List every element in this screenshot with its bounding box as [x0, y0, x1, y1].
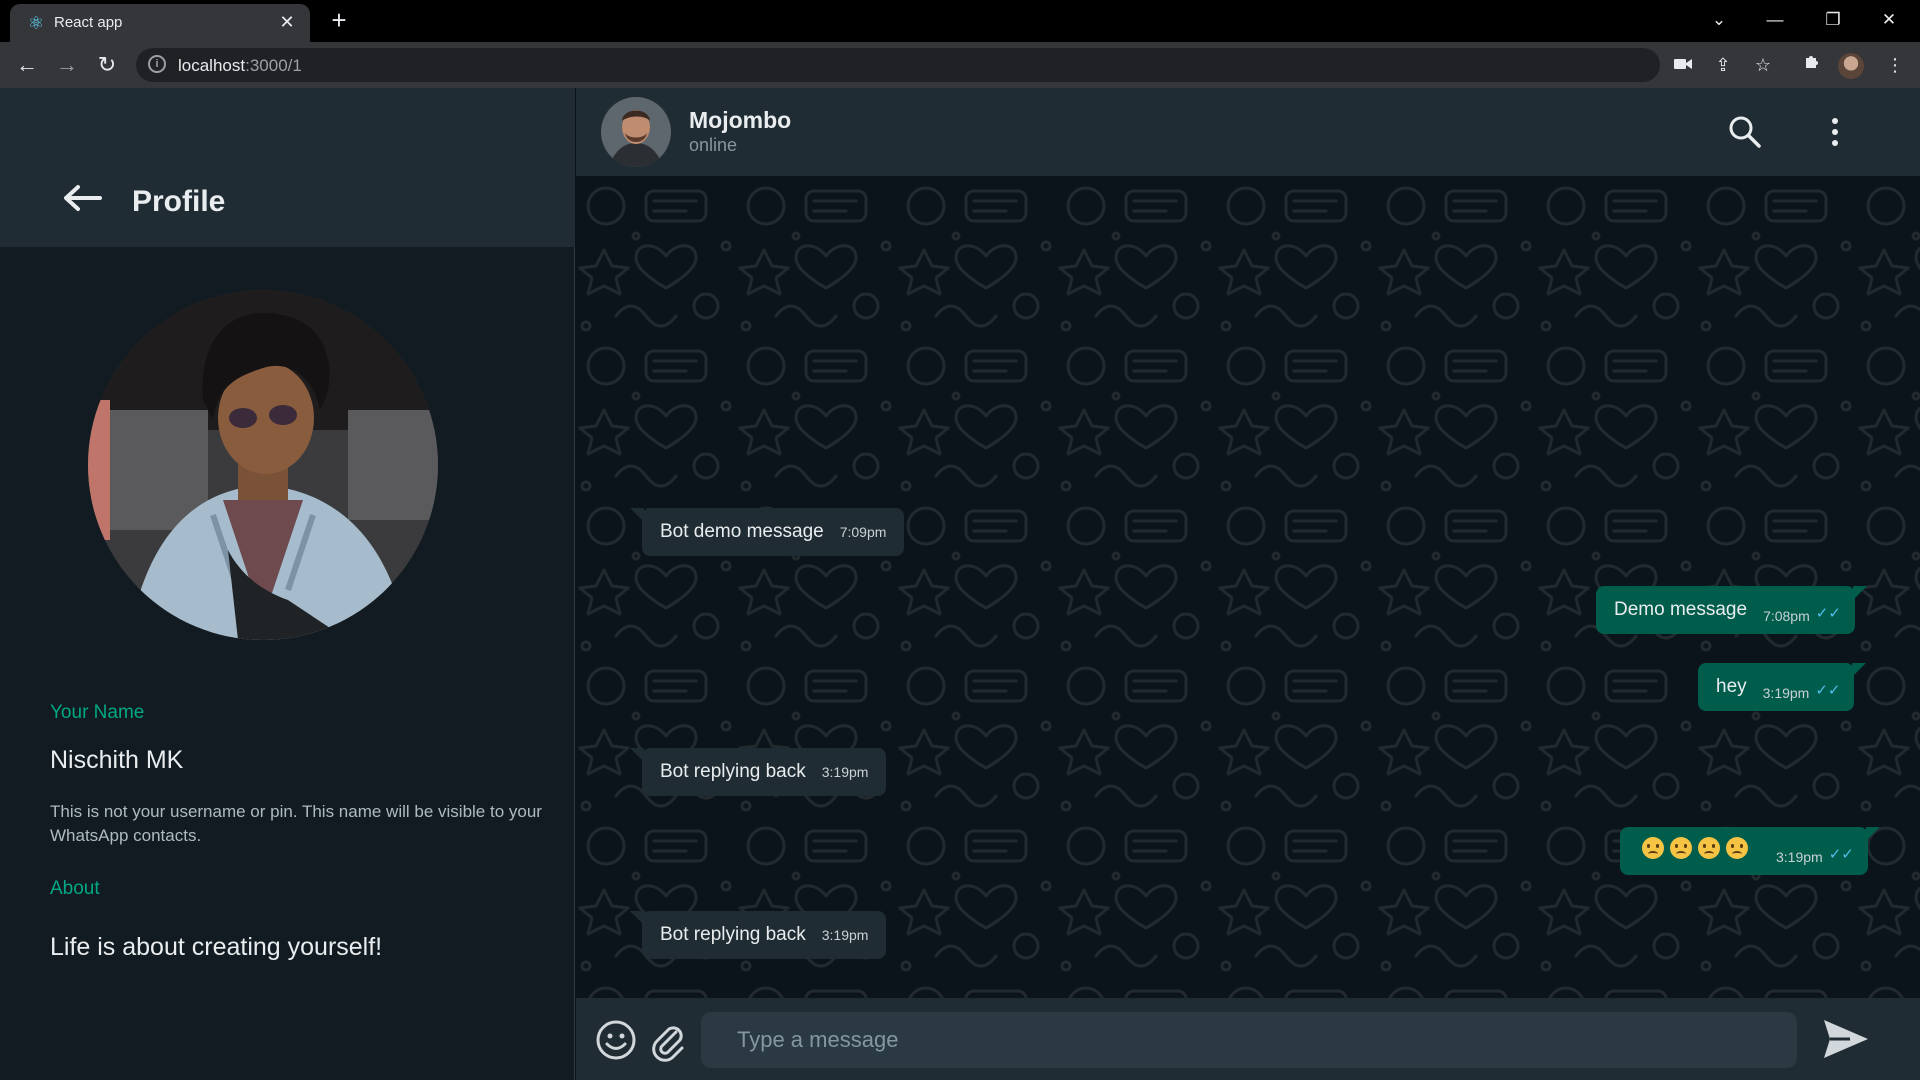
react-favicon-icon: ⚛ — [27, 13, 45, 33]
share-icon[interactable]: ⇪ — [1708, 50, 1738, 80]
restore-icon[interactable]: ❐ — [1816, 6, 1850, 34]
message-input[interactable] — [701, 1012, 1797, 1068]
read-ticks-icon: ✓✓ — [1815, 682, 1841, 699]
read-ticks-icon: ✓✓ — [1815, 605, 1841, 622]
message-time: 3:19pm — [1762, 685, 1810, 701]
pleading-face-emoji-icon — [1726, 837, 1748, 859]
bubble-tail — [630, 508, 644, 522]
message-outgoing[interactable]: hey 3:19pm ✓✓ — [1698, 663, 1867, 711]
chat-header: Mojombo online — [576, 88, 1920, 176]
browser-tabstrip: ⚛ React app ✕ + ⌄ — ❐ ✕ — [0, 0, 1920, 42]
message-incoming[interactable]: Bot replying back 3:19pm — [630, 748, 887, 796]
message-text: Demo message — [1614, 599, 1748, 620]
new-tab-icon[interactable]: + — [326, 7, 352, 34]
message-text: hey — [1716, 676, 1747, 697]
pleading-face-emoji-icon — [1670, 837, 1692, 859]
pleading-face-emoji-icon — [1698, 837, 1720, 859]
tab-close-icon[interactable]: ✕ — [276, 11, 298, 33]
bubble-tail — [630, 911, 644, 925]
contact-status: online — [689, 135, 738, 155]
whatsapp-app: Profile Your Name Nischith MK This is no… — [0, 88, 1920, 1080]
profile-photo — [88, 290, 438, 640]
compose-bar — [576, 998, 1920, 1080]
camera-icon[interactable] — [1668, 50, 1698, 80]
bubble-tail — [1852, 663, 1867, 677]
browser-menu-icon[interactable]: ⋮ — [1880, 50, 1910, 80]
message-text: Bot replying back — [660, 924, 806, 945]
minimize-icon[interactable]: — — [1758, 6, 1792, 34]
about-label: About — [50, 878, 100, 899]
forward-icon[interactable]: → — [52, 50, 82, 80]
profile-header: Profile — [0, 88, 575, 247]
message-list: Bot demo message 7:09pm Demo message 7:0… — [576, 176, 1920, 998]
bubble-tail — [1852, 586, 1867, 600]
name-label: Your Name — [50, 702, 145, 723]
chat-window: Mojombo online Bot demo message 7:09pm D… — [576, 88, 1920, 1080]
url-host: localhost — [178, 56, 246, 75]
contact-avatar[interactable] — [601, 97, 671, 167]
pleading-face-emoji-icon — [1642, 837, 1664, 859]
reload-icon[interactable]: ↻ — [92, 50, 122, 80]
browser-toolbar: ← → ↻ i localhost:3000/1 ⇪ ☆ ⋮ — [0, 42, 1920, 88]
message-time: 7:08pm — [1763, 608, 1810, 624]
message-outgoing[interactable]: Demo message 7:08pm ✓✓ — [1596, 586, 1867, 634]
message-outgoing[interactable]: 3:19pm ✓✓ — [1620, 827, 1880, 875]
message-time: 7:09pm — [839, 524, 887, 540]
contact-name[interactable]: Mojombo — [689, 107, 791, 134]
name-value[interactable]: Nischith MK — [50, 746, 183, 775]
extensions-icon[interactable] — [1798, 50, 1828, 80]
close-window-icon[interactable]: ✕ — [1872, 6, 1906, 34]
attach-icon[interactable] — [646, 1018, 690, 1062]
bubble-tail — [1865, 827, 1880, 841]
name-hint: This is not your username or pin. This n… — [50, 802, 542, 845]
address-bar[interactable]: i localhost:3000/1 — [136, 48, 1660, 82]
browser-profile-avatar[interactable] — [1838, 53, 1864, 79]
message-time: 3:19pm — [1776, 849, 1823, 865]
emoji-icon[interactable] — [594, 1018, 638, 1062]
about-value[interactable]: Life is about creating yourself! — [50, 933, 382, 962]
contact-photo — [601, 97, 671, 167]
profile-panel: Profile Your Name Nischith MK This is no… — [0, 88, 575, 1080]
url-path: :3000/1 — [245, 56, 302, 75]
profile-avatar[interactable] — [88, 290, 438, 640]
back-icon[interactable]: ← — [12, 50, 42, 80]
message-text: Bot demo message — [660, 521, 824, 542]
read-ticks-icon: ✓✓ — [1828, 846, 1854, 863]
back-arrow-icon[interactable] — [62, 183, 102, 213]
site-info-icon[interactable]: i — [148, 55, 166, 73]
message-text: Bot replying back — [660, 761, 806, 782]
message-time: 3:19pm — [821, 927, 869, 943]
message-incoming[interactable]: Bot demo message 7:09pm — [630, 508, 905, 556]
search-icon[interactable] — [1726, 113, 1764, 151]
tab-title: React app — [54, 14, 123, 31]
profile-title: Profile — [132, 185, 226, 218]
message-emoji-row — [1620, 837, 1754, 865]
bubble-tail — [630, 748, 644, 762]
message-incoming[interactable]: Bot replying back 3:19pm — [630, 911, 887, 959]
url-text[interactable]: localhost:3000/1 — [178, 56, 302, 76]
tab-search-chevron-icon[interactable]: ⌄ — [1702, 6, 1736, 34]
browser-tab[interactable]: ⚛ React app ✕ — [10, 4, 310, 42]
send-icon[interactable] — [1820, 1016, 1872, 1062]
message-time: 3:19pm — [821, 764, 869, 780]
bookmark-star-icon[interactable]: ☆ — [1748, 50, 1778, 80]
menu-dots-icon[interactable] — [1816, 113, 1854, 151]
